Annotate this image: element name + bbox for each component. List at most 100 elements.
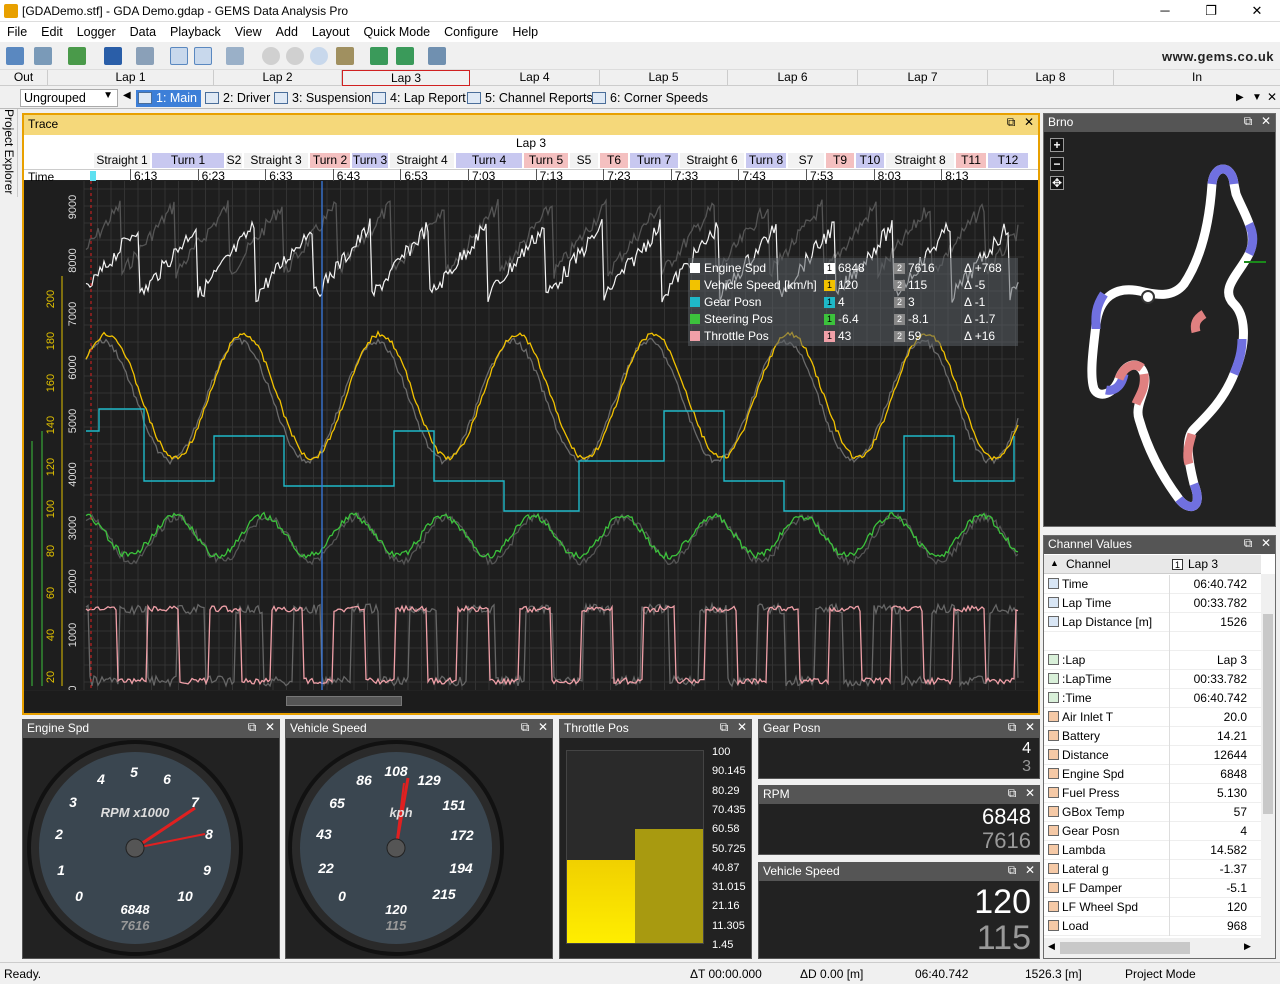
segment-5[interactable]: Turn 2 <box>310 153 350 168</box>
segment-14[interactable]: Turn 8 <box>746 153 786 168</box>
add-data-icon[interactable] <box>68 47 86 65</box>
channel-row[interactable]: :Lap Lap 3 <box>1044 651 1261 670</box>
lap-8[interactable]: Lap 8 <box>988 70 1114 86</box>
segment-16[interactable]: T9 <box>826 153 854 168</box>
popout-icon[interactable]: ⧉ <box>1004 116 1018 130</box>
popout-icon[interactable]: ⧉ <box>1241 537 1255 551</box>
lap-7[interactable]: Lap 7 <box>858 70 988 86</box>
scroll-thumb[interactable] <box>286 696 402 706</box>
popout-icon[interactable]: ⧉ <box>1005 721 1019 735</box>
channel-row[interactable]: Lateral g -1.37 <box>1044 860 1261 879</box>
rewind-icon[interactable] <box>286 47 304 65</box>
sort-up-icon[interactable]: ▲ <box>1050 558 1059 568</box>
tab-scroll-right-icon[interactable]: ▶ <box>1236 92 1244 103</box>
tab-lap-report[interactable]: 4: Lap Report <box>370 90 466 107</box>
segment-4[interactable]: Straight 3 <box>244 153 308 168</box>
channel-row[interactable]: :Time 06:40.742 <box>1044 689 1261 708</box>
trace-scrollbar[interactable] <box>24 691 1038 711</box>
legend-row[interactable]: Throttle Pos 1 43 2 59 Δ +16 <box>688 328 1018 345</box>
lap-2[interactable]: Lap 2 <box>214 70 342 86</box>
channel-row[interactable]: LF Damper -5.1 <box>1044 879 1261 898</box>
segment-10[interactable]: S5 <box>570 153 598 168</box>
segment-12[interactable]: Turn 7 <box>630 153 678 168</box>
channel-values-hscroll[interactable]: ◀ ▶ <box>1044 938 1275 958</box>
channel-row[interactable]: GBox Temp 57 <box>1044 803 1261 822</box>
channel-row[interactable]: Engine Spd 6848 <box>1044 765 1261 784</box>
menu-data[interactable]: Data <box>123 22 163 39</box>
loop-icon[interactable] <box>310 47 328 65</box>
lap-5[interactable]: Lap 5 <box>600 70 728 86</box>
close-icon[interactable]: ✕ <box>1023 787 1037 801</box>
open-icon[interactable] <box>34 47 52 65</box>
new-project-icon[interactable] <box>6 47 24 65</box>
window-layout-icon[interactable] <box>428 47 446 65</box>
legend-row[interactable]: Vehicle Speed [km/h] 1 120 2 115 Δ -5 <box>688 277 1018 294</box>
channel-row[interactable]: Time 06:40.742 <box>1044 575 1261 594</box>
column-channel[interactable]: Channel <box>1066 557 1111 571</box>
connect-logger-icon[interactable] <box>370 47 388 65</box>
segment-3[interactable]: S2 <box>226 153 242 168</box>
popout-icon[interactable]: ⧉ <box>1005 787 1019 801</box>
menu-add[interactable]: Add <box>269 22 305 39</box>
menu-edit[interactable]: Edit <box>34 22 70 39</box>
trace-plot[interactable]: 9000 8000 7000 6000 5000 4000 3000 2000 1000 0 200… <box>24 181 1038 722</box>
zoom-icon[interactable] <box>226 47 244 65</box>
channel-row[interactable]: Load 968 <box>1044 917 1261 936</box>
play-icon[interactable] <box>262 47 280 65</box>
lap-6[interactable]: Lap 6 <box>728 70 858 86</box>
menu-view[interactable]: View <box>228 22 269 39</box>
legend-row[interactable]: Gear Posn 1 4 2 3 Δ -1 <box>688 294 1018 311</box>
group-select[interactable]: Ungrouped ▼ <box>20 89 118 107</box>
channel-row[interactable]: Gear Posn 4 <box>1044 822 1261 841</box>
channel-row[interactable]: Air Inlet T 20.0 <box>1044 708 1261 727</box>
close-icon[interactable]: ✕ <box>1022 116 1036 130</box>
popout-icon[interactable]: ⧉ <box>1005 864 1019 878</box>
segment-17[interactable]: T10 <box>856 153 884 168</box>
lap-4[interactable]: Lap 4 <box>470 70 600 86</box>
scroll-thumb[interactable] <box>1263 614 1273 814</box>
popout-icon[interactable]: ⧉ <box>1241 115 1255 129</box>
download-logger-icon[interactable] <box>396 47 414 65</box>
channel-row[interactable]: Battery 14.21 <box>1044 727 1261 746</box>
close-button[interactable]: ✕ <box>1234 0 1280 22</box>
tab-close-icon[interactable]: ✕ <box>1267 90 1277 104</box>
scroll-thumb[interactable] <box>1060 942 1190 954</box>
close-icon[interactable]: ✕ <box>536 721 550 735</box>
popout-icon[interactable]: ⧉ <box>245 721 259 735</box>
scroll-right-icon[interactable]: ▶ <box>1244 941 1251 952</box>
track-map[interactable] <box>1044 134 1275 526</box>
close-icon[interactable]: ✕ <box>1259 537 1273 551</box>
lap-in[interactable]: In <box>1114 70 1280 86</box>
tab-menu-icon[interactable]: ▼ <box>1252 92 1262 103</box>
menu-quick-mode[interactable]: Quick Mode <box>356 22 437 39</box>
lap-out[interactable]: Out <box>0 70 48 86</box>
legend-row[interactable]: Engine Spd 1 6848 2 7616 Δ +768 <box>688 260 1018 277</box>
channel-row[interactable]: Lambda 14.582 <box>1044 841 1261 860</box>
segment-1[interactable]: Straight 1 <box>94 153 150 168</box>
lap-1[interactable]: Lap 1 <box>48 70 214 86</box>
scroll-left-icon[interactable]: ◀ <box>1048 941 1055 952</box>
maximize-button[interactable]: ❐ <box>1188 0 1234 22</box>
channel-row[interactable]: :LapTime 00:33.782 <box>1044 670 1261 689</box>
menu-help[interactable]: Help <box>505 22 545 39</box>
channel-values-scrollbar[interactable] <box>1261 574 1275 938</box>
close-icon[interactable]: ✕ <box>1023 864 1037 878</box>
segment-8[interactable]: Turn 4 <box>456 153 522 168</box>
popout-icon[interactable]: ⧉ <box>717 721 731 735</box>
column-lap[interactable]: Lap 3 <box>1188 557 1218 571</box>
popout-icon[interactable]: ⧉ <box>518 721 532 735</box>
segment-9[interactable]: Turn 5 <box>524 153 568 168</box>
channel-row[interactable]: LF Wheel Spd 120 <box>1044 898 1261 917</box>
menu-logger[interactable]: Logger <box>70 22 123 39</box>
segment-7[interactable]: Straight 4 <box>390 153 454 168</box>
channel-row[interactable]: Lap Time 00:33.782 <box>1044 594 1261 613</box>
cursor-mode-icon[interactable] <box>170 47 188 65</box>
segment-15[interactable]: S7 <box>788 153 824 168</box>
tab-channel-reports[interactable]: 5: Channel Reports <box>465 90 593 107</box>
channel-row[interactable]: Fuel Press 5.130 <box>1044 784 1261 803</box>
menu-file[interactable]: File <box>0 22 34 39</box>
lap-3[interactable]: Lap 3 <box>342 70 470 86</box>
segment-19[interactable]: T11 <box>956 153 986 168</box>
segment-13[interactable]: Straight 6 <box>680 153 744 168</box>
legend-row[interactable]: Steering Pos 1 -6.4 2 -8.1 Δ -1.7 <box>688 311 1018 328</box>
